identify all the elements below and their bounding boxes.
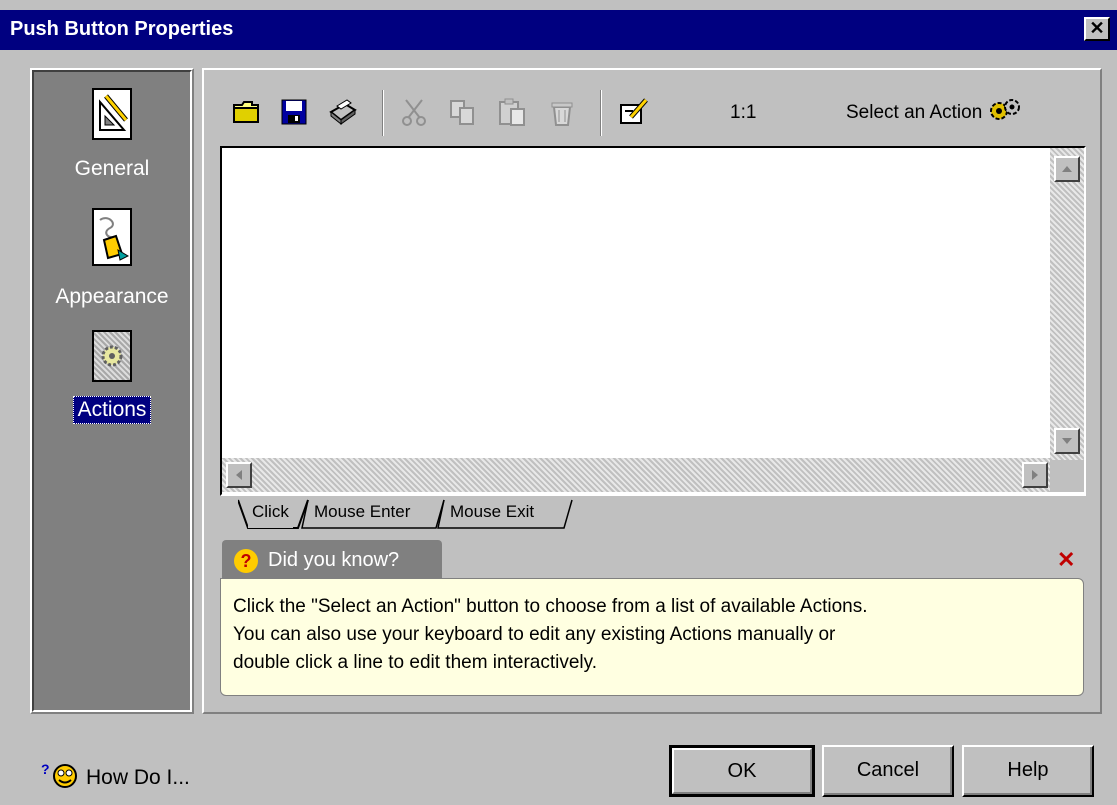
select-action-label: Select an Action bbox=[846, 102, 983, 123]
actions-editor[interactable] bbox=[220, 146, 1086, 496]
tab-click[interactable]: Click bbox=[248, 498, 293, 528]
copy-icon bbox=[446, 96, 478, 128]
sidebar-item-appearance[interactable]: Appearance bbox=[32, 208, 192, 320]
scroll-up-button[interactable] bbox=[1054, 156, 1080, 182]
sidebar-item-label: General bbox=[74, 157, 150, 180]
scroll-left-button[interactable] bbox=[226, 462, 252, 488]
print-icon[interactable] bbox=[326, 96, 358, 128]
actions-page-icon bbox=[92, 330, 132, 382]
vertical-scrollbar[interactable] bbox=[1050, 148, 1084, 460]
close-tip-icon[interactable]: ✕ bbox=[1057, 547, 1075, 573]
arrow-down-icon bbox=[1062, 438, 1072, 444]
appearance-page-icon bbox=[92, 208, 132, 266]
open-folder-icon[interactable] bbox=[230, 96, 262, 128]
delete-icon bbox=[546, 96, 578, 128]
sidebar-item-label: Actions bbox=[72, 396, 152, 424]
how-do-i-label: How Do I... bbox=[86, 766, 190, 789]
close-button[interactable]: ✕ bbox=[1084, 17, 1110, 41]
sidebar-item-general[interactable]: General bbox=[32, 88, 192, 198]
tip-line: Click the "Select an Action" button to c… bbox=[233, 596, 868, 617]
sidebar-item-label: Appearance bbox=[55, 285, 169, 308]
toolbar-separator bbox=[600, 90, 602, 136]
svg-text:?: ? bbox=[41, 761, 50, 777]
tip-line: double click a line to edit them interac… bbox=[233, 652, 597, 673]
select-action-button[interactable]: Select an Action bbox=[846, 98, 1022, 128]
zoom-level: 1:1 bbox=[730, 102, 757, 123]
arrow-left-icon bbox=[236, 470, 242, 480]
paste-icon bbox=[496, 96, 528, 128]
event-tabs: Click Mouse Enter Mouse Exit bbox=[238, 498, 578, 530]
how-do-i-link[interactable]: ? How Do I... bbox=[40, 760, 190, 796]
help-button[interactable]: Help bbox=[962, 745, 1094, 797]
tip-title: Did you know? bbox=[268, 549, 400, 571]
edit-properties-icon[interactable] bbox=[618, 96, 650, 128]
gears-icon bbox=[988, 97, 1022, 129]
window-title: Push Button Properties bbox=[10, 18, 234, 40]
cancel-button[interactable]: Cancel bbox=[822, 745, 954, 797]
scrollbar-corner bbox=[1050, 460, 1084, 492]
save-disk-icon[interactable] bbox=[278, 96, 310, 128]
toolbar-separator bbox=[382, 90, 384, 136]
ok-button[interactable]: OK bbox=[669, 745, 815, 797]
general-page-icon bbox=[92, 88, 132, 140]
scroll-down-button[interactable] bbox=[1054, 428, 1080, 454]
ok-label: OK bbox=[727, 760, 757, 782]
help-face-icon: ? bbox=[40, 760, 82, 796]
arrow-right-icon bbox=[1032, 470, 1038, 480]
tip-line: You can also use your keyboard to edit a… bbox=[233, 624, 836, 645]
tip-body: Click the "Select an Action" button to c… bbox=[220, 578, 1084, 696]
horizontal-scrollbar[interactable] bbox=[222, 458, 1050, 492]
sidebar-item-actions[interactable]: Actions bbox=[32, 330, 192, 430]
arrow-up-icon bbox=[1062, 166, 1072, 172]
question-icon: ? bbox=[234, 549, 258, 573]
tab-mouse-enter[interactable]: Mouse Enter bbox=[310, 498, 414, 528]
cut-icon bbox=[398, 96, 430, 128]
tab-mouse-exit[interactable]: Mouse Exit bbox=[446, 498, 538, 528]
scroll-right-button[interactable] bbox=[1022, 462, 1048, 488]
